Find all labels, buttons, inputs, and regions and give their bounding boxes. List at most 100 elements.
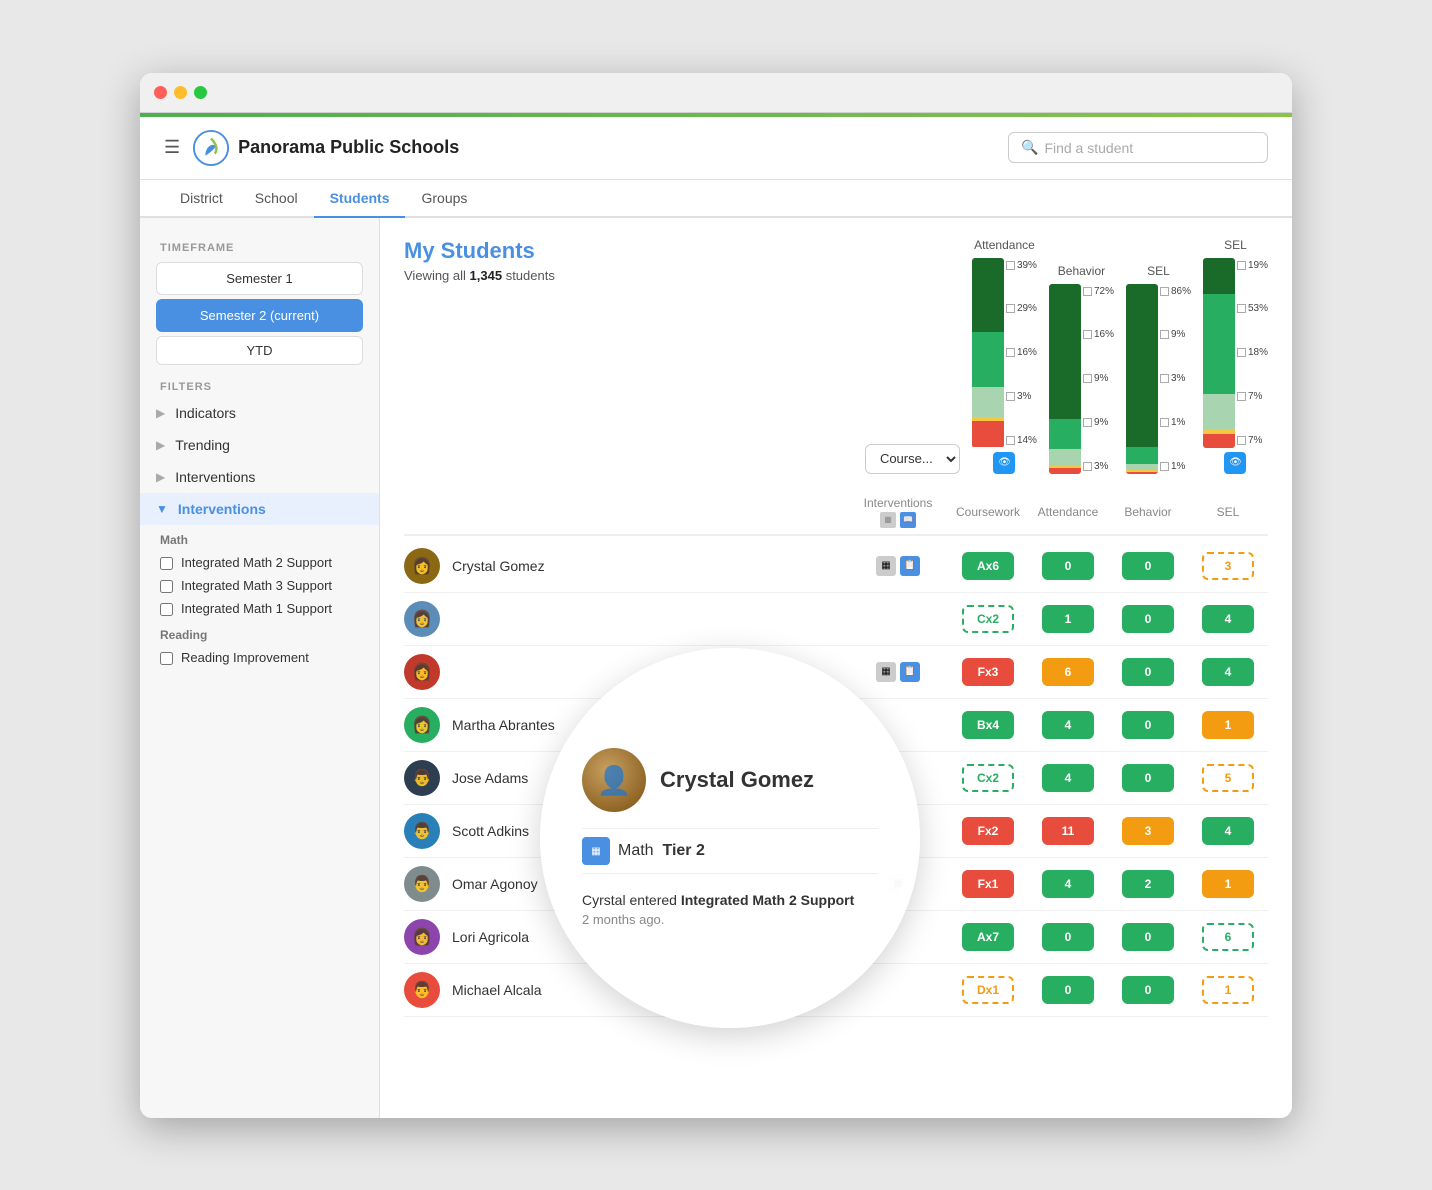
- table-header: Interventions ▦ 📖 Coursework Attendance …: [404, 490, 1268, 536]
- table-row[interactable]: 👩 Crystal Gomez ▦📋 Ax6 0 0 3: [404, 540, 1268, 593]
- book-icon: 📋: [900, 556, 920, 576]
- logo-area: Panorama Public Schools: [192, 129, 459, 167]
- tier-icon: ▦: [582, 837, 610, 865]
- timeframe-ytd[interactable]: YTD: [156, 336, 363, 365]
- behavior-bar: [1049, 284, 1081, 474]
- filter-interventions-2-label: Interventions: [178, 501, 266, 517]
- col-header-behavior: Behavior: [1108, 505, 1188, 519]
- attendance-badge: 0: [1028, 923, 1108, 951]
- bar-seg-3: [1203, 394, 1235, 428]
- pct-label-1: 72%: [1083, 286, 1114, 297]
- bar-seg-5: [972, 421, 1004, 448]
- behavior-badge: 3: [1108, 817, 1188, 845]
- pct-label-2: 16%: [1083, 329, 1114, 340]
- avatar: 👨: [404, 813, 440, 849]
- sel-badge: 4: [1188, 817, 1268, 845]
- sel-badge: 4: [1188, 605, 1268, 633]
- avatar: 👩: [404, 548, 440, 584]
- avatar: 👨: [404, 760, 440, 796]
- book-icon: 📋: [900, 662, 920, 682]
- filter-trending-label: Trending: [175, 437, 230, 453]
- math-checkbox-2[interactable]: [160, 580, 173, 593]
- tooltip-student-row: 👤 Crystal Gomez: [582, 748, 878, 812]
- timeframe-semester1[interactable]: Semester 1: [156, 262, 363, 295]
- attendance-badge: 4: [1028, 764, 1108, 792]
- app-title: Panorama Public Schools: [238, 137, 459, 158]
- app-window: ☰ Panorama Public Schools 🔍 Find a stude…: [140, 73, 1292, 1118]
- sel-badge: 1: [1188, 711, 1268, 739]
- student-search[interactable]: 🔍 Find a student: [1008, 132, 1268, 163]
- math-item-3[interactable]: Integrated Math 1 Support: [140, 597, 379, 620]
- filter-interventions-2[interactable]: ▼ Interventions: [140, 493, 379, 525]
- filter-interventions-1[interactable]: ▶ Interventions: [140, 461, 379, 493]
- filter-indicators-label: Indicators: [175, 405, 236, 421]
- behavior-badge: 0: [1108, 764, 1188, 792]
- reading-item-1[interactable]: Reading Improvement: [140, 646, 379, 669]
- minimize-button[interactable]: [174, 86, 187, 99]
- math-checkbox-1[interactable]: [160, 557, 173, 570]
- coursework-badge: Fx2: [948, 817, 1028, 845]
- attendance-eye-btn[interactable]: 👁: [993, 452, 1015, 474]
- course-dropdown[interactable]: Course...: [865, 444, 960, 474]
- coursework-badge: Fx1: [948, 870, 1028, 898]
- sel-badge: 5: [1188, 764, 1268, 792]
- attendance-badge: 11: [1028, 817, 1108, 845]
- maximize-button[interactable]: [194, 86, 207, 99]
- pct-label-1: 86%: [1160, 286, 1191, 297]
- grid-icon: ▦: [876, 662, 896, 682]
- math-checkbox-3[interactable]: [160, 603, 173, 616]
- behavior-badge: 0: [1108, 976, 1188, 1004]
- coursework-badge: Ax6: [948, 552, 1028, 580]
- pct-label-3: 18%: [1237, 347, 1268, 358]
- math-label-1: Integrated Math 2 Support: [181, 555, 332, 570]
- bar-seg-1: [1203, 258, 1235, 294]
- close-button[interactable]: [154, 86, 167, 99]
- sel-badge: 4: [1188, 658, 1268, 686]
- avatar: 👩: [404, 919, 440, 955]
- tooltip-avatar: 👤: [582, 748, 646, 812]
- behavior-badge: 0: [1108, 605, 1188, 633]
- pct-label-4: 7%: [1237, 391, 1268, 402]
- content-area: My Students Viewing all 1,345 students C…: [380, 218, 1292, 1118]
- bar-seg-5: [1126, 472, 1158, 474]
- coursework-badge: Cx2: [948, 605, 1028, 633]
- coursework-badge: Ax7: [948, 923, 1028, 951]
- bar-seg-2: [1126, 447, 1158, 464]
- attendance-badge: 1: [1028, 605, 1108, 633]
- pct-label-5: 14%: [1006, 435, 1037, 446]
- tooltip-time: 2 months ago.: [582, 912, 878, 927]
- pct-label-4: 1%: [1160, 417, 1191, 428]
- math-item-2[interactable]: Integrated Math 3 Support: [140, 574, 379, 597]
- bar-seg-1: [1049, 284, 1081, 419]
- coursework-badge: Cx2: [948, 764, 1028, 792]
- math-item-1[interactable]: Integrated Math 2 Support: [140, 551, 379, 574]
- timeframe-semester2[interactable]: Semester 2 (current): [156, 299, 363, 332]
- avatar: 👨: [404, 866, 440, 902]
- tab-students[interactable]: Students: [314, 180, 406, 218]
- col-header-coursework: Coursework: [948, 505, 1028, 519]
- pct-label-1: 19%: [1237, 260, 1268, 271]
- tab-school[interactable]: School: [239, 180, 314, 218]
- student-tooltip: 👤 Crystal Gomez ▦ Math Tier 2 Cyrstal en…: [540, 648, 920, 1028]
- title-bar: [140, 73, 1292, 113]
- tab-groups[interactable]: Groups: [405, 180, 483, 218]
- timeframe-label: TIMEFRAME: [140, 234, 379, 258]
- pct-label-5: 3%: [1083, 461, 1114, 472]
- table-row[interactable]: 👩 Cx2 1 0 4: [404, 593, 1268, 646]
- filter-indicators[interactable]: ▶ Indicators: [140, 397, 379, 429]
- attendance-chart-label: Attendance: [974, 238, 1035, 252]
- pct-label-5: 7%: [1237, 435, 1268, 446]
- attendance-bar: [972, 258, 1004, 448]
- chevron-down-icon: ▼: [156, 502, 168, 516]
- nav-tabs: District School Students Groups: [140, 180, 1292, 218]
- filter-trending[interactable]: ▶ Trending: [140, 429, 379, 461]
- tab-district[interactable]: District: [164, 180, 239, 218]
- grid-icon: ▦: [876, 556, 896, 576]
- avatar: 👩: [404, 654, 440, 690]
- avatar: 👨: [404, 972, 440, 1008]
- sel-eye-btn[interactable]: 👁: [1224, 452, 1246, 474]
- attendance-badge: 0: [1028, 552, 1108, 580]
- menu-icon[interactable]: ☰: [164, 137, 180, 158]
- pct-label-2: 53%: [1237, 303, 1268, 314]
- reading-checkbox-1[interactable]: [160, 652, 173, 665]
